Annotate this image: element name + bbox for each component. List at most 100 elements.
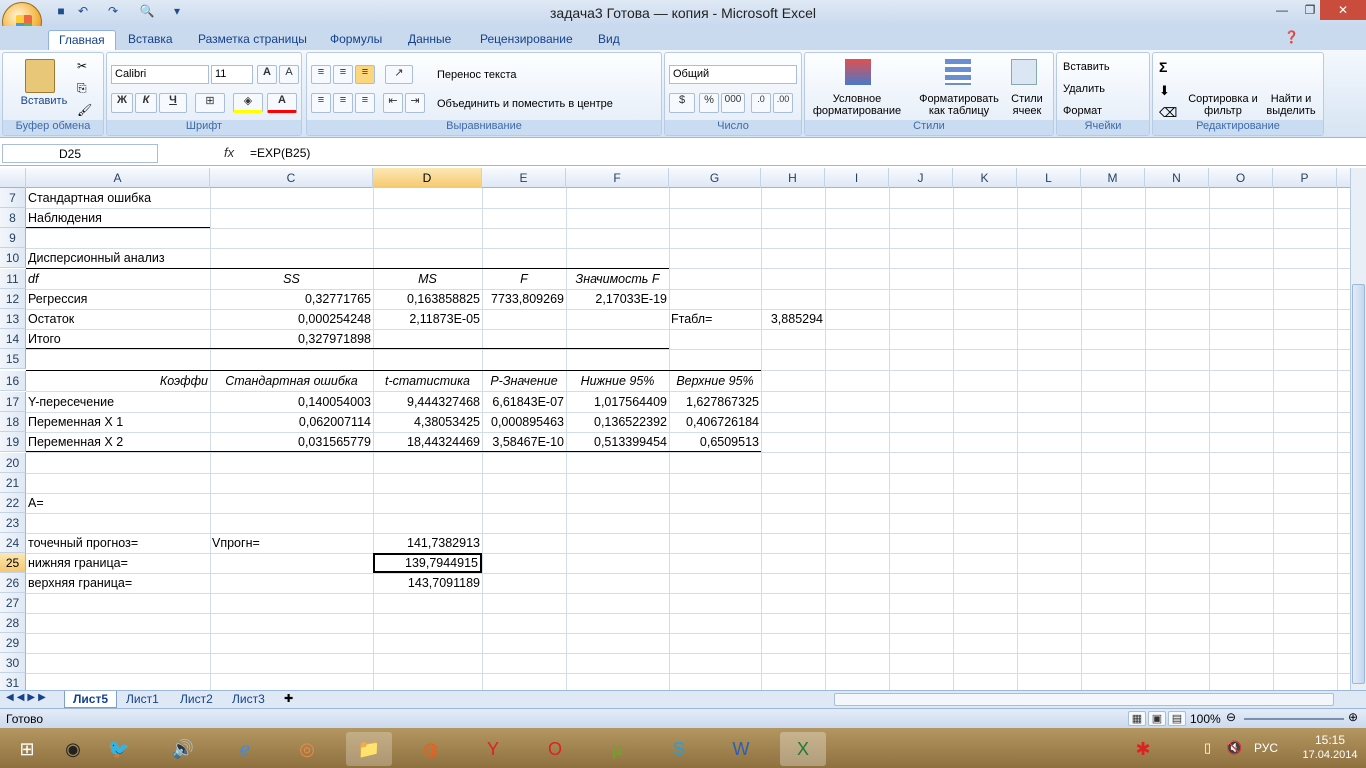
column-header[interactable]: A xyxy=(26,168,210,188)
align-top-icon[interactable]: ≡ xyxy=(311,65,331,84)
decrease-indent-icon[interactable]: ⇤ xyxy=(383,93,403,113)
conditional-formatting-button[interactable]: Условное форматирование xyxy=(805,93,909,117)
row-header[interactable]: 9 xyxy=(0,228,26,248)
page-layout-view-icon[interactable]: ▣ xyxy=(1148,711,1166,726)
cell-F18[interactable]: 0,136522392 xyxy=(566,412,669,432)
cell-D13[interactable]: 2,11873E-05 xyxy=(373,309,482,329)
clock-time[interactable]: 15:15 xyxy=(1300,733,1360,747)
thousands-button[interactable]: 000 xyxy=(721,93,745,113)
cell-C18[interactable]: 0,062007114 xyxy=(210,412,373,432)
delete-cells-button[interactable]: Удалить xyxy=(1063,83,1105,95)
underline-button[interactable]: Ч xyxy=(159,93,187,113)
column-header[interactable]: M xyxy=(1081,168,1145,188)
row-header[interactable]: 28 xyxy=(0,613,26,633)
find-select-button[interactable]: Найти и выделить xyxy=(1261,93,1321,117)
fill-color-icon[interactable]: ◈ xyxy=(233,93,263,113)
column-header[interactable]: J xyxy=(889,168,953,188)
select-all-corner[interactable] xyxy=(0,168,26,188)
row-header[interactable]: 13 xyxy=(0,309,26,329)
row-header[interactable]: 17 xyxy=(0,392,26,412)
name-box[interactable]: D25 xyxy=(2,144,158,163)
paste-icon[interactable] xyxy=(25,59,55,93)
increase-indent-icon[interactable]: ⇥ xyxy=(405,93,425,113)
cell-A19[interactable]: Переменная X 2 xyxy=(26,432,210,452)
help-icon[interactable]: ❓ xyxy=(1284,30,1299,44)
cell-C24[interactable]: Vпрогн= xyxy=(210,533,373,553)
battery-icon[interactable]: ▯ xyxy=(1204,740,1211,756)
cell-A26[interactable]: верхняя граница= xyxy=(26,573,210,593)
zoom-level[interactable]: 100% xyxy=(1190,712,1221,726)
zoom-in-icon[interactable]: ⊕ xyxy=(1348,710,1358,724)
input-language[interactable]: РУС xyxy=(1254,741,1278,755)
column-header[interactable]: L xyxy=(1017,168,1081,188)
firefox-icon[interactable]: ◍ xyxy=(408,732,454,766)
cell-F11[interactable]: Значимость F xyxy=(566,268,669,288)
cell-D17[interactable]: 9,444327468 xyxy=(373,392,482,412)
row-header[interactable]: 11 xyxy=(0,269,26,289)
sheet-tab[interactable]: Лист3 xyxy=(224,691,273,708)
cell-A14[interactable]: Итого xyxy=(26,329,210,349)
column-header[interactable]: I xyxy=(825,168,889,188)
speedometer-icon[interactable]: ◉ xyxy=(50,732,96,766)
fill-icon[interactable]: ⬇ xyxy=(1159,83,1170,99)
cell-A24[interactable]: точечный прогноз= xyxy=(26,533,210,553)
row-header[interactable]: 14 xyxy=(0,329,26,349)
active-cell-D25[interactable]: 139,7944915 xyxy=(373,553,482,573)
scrollbar-thumb[interactable] xyxy=(1352,284,1365,684)
sound-icon[interactable]: 🔊 xyxy=(160,732,206,766)
normal-view-icon[interactable]: ▦ xyxy=(1128,711,1146,726)
row-header[interactable]: 7 xyxy=(0,188,26,208)
clock-date[interactable]: 17.04.2014 xyxy=(1300,749,1360,761)
formula-input[interactable]: =EXP(B25) xyxy=(250,146,310,160)
cell-C17[interactable]: 0,140054003 xyxy=(210,392,373,412)
vertical-scrollbar[interactable] xyxy=(1350,168,1366,690)
cell-H13[interactable]: 3,885294 xyxy=(761,309,825,329)
column-header[interactable]: O xyxy=(1209,168,1273,188)
row-header[interactable]: 20 xyxy=(0,453,26,473)
row-header[interactable]: 26 xyxy=(0,573,26,593)
cell-F17[interactable]: 1,017564409 xyxy=(566,392,669,412)
row-header[interactable]: 22 xyxy=(0,493,26,513)
clear-icon[interactable]: ⌫ xyxy=(1159,105,1177,121)
cell-D16[interactable]: t-статистика xyxy=(373,370,482,390)
twitter-icon[interactable]: 🐦 xyxy=(96,732,142,766)
cell-E18[interactable]: 0,000895463 xyxy=(482,412,566,432)
minimize-button[interactable]: — xyxy=(1268,0,1296,20)
row-header[interactable]: 29 xyxy=(0,633,26,653)
column-header[interactable]: H xyxy=(761,168,825,188)
column-header[interactable]: G xyxy=(669,168,761,188)
page-break-view-icon[interactable]: ▤ xyxy=(1168,711,1186,726)
cell-A18[interactable]: Переменная X 1 xyxy=(26,412,210,432)
row-header[interactable]: 19 xyxy=(0,432,26,452)
cut-icon[interactable]: ✂ xyxy=(77,59,87,73)
cell-A8[interactable]: Наблюдения xyxy=(26,208,210,228)
currency-icon[interactable]: $ xyxy=(669,93,695,113)
cell-A16[interactable]: Коэффи xyxy=(26,370,210,390)
column-header[interactable]: F xyxy=(566,168,669,188)
decrease-decimal-icon[interactable]: .00 xyxy=(773,93,793,113)
tab-view[interactable]: Вид xyxy=(588,30,630,50)
cell-A13[interactable]: Остаток xyxy=(26,309,210,329)
start-icon[interactable]: ⊞ xyxy=(4,732,50,766)
cell-D26[interactable]: 143,7091189 xyxy=(373,573,482,593)
shrink-font-icon[interactable]: A xyxy=(279,65,299,84)
cell-styles-icon[interactable] xyxy=(1011,59,1037,85)
cell-G17[interactable]: 1,627867325 xyxy=(669,392,761,412)
cell-C14[interactable]: 0,327971898 xyxy=(210,329,373,349)
align-right-icon[interactable]: ≡ xyxy=(355,93,375,113)
explorer-icon[interactable]: 📁 xyxy=(346,732,392,766)
cell-G13[interactable]: Fтабл= xyxy=(669,309,761,329)
wrap-text-button[interactable]: Перенос текста xyxy=(437,69,517,81)
cell-F14[interactable] xyxy=(566,329,669,349)
row-header[interactable]: 21 xyxy=(0,473,26,493)
format-as-table-icon[interactable] xyxy=(945,59,971,85)
format-as-table-button[interactable]: Форматировать как таблицу xyxy=(913,93,1005,117)
utorrent-icon[interactable]: µ xyxy=(594,732,640,766)
column-header[interactable]: N xyxy=(1145,168,1209,188)
format-cells-button[interactable]: Формат xyxy=(1063,105,1102,117)
cell-E16[interactable]: P-Значение xyxy=(482,370,566,390)
autosum-button[interactable]: Σ xyxy=(1159,59,1167,75)
excel-icon[interactable]: X xyxy=(780,732,826,766)
cell-A7[interactable]: Стандартная ошибка xyxy=(26,188,210,208)
sheet-tab[interactable]: Лист1 xyxy=(118,691,167,708)
